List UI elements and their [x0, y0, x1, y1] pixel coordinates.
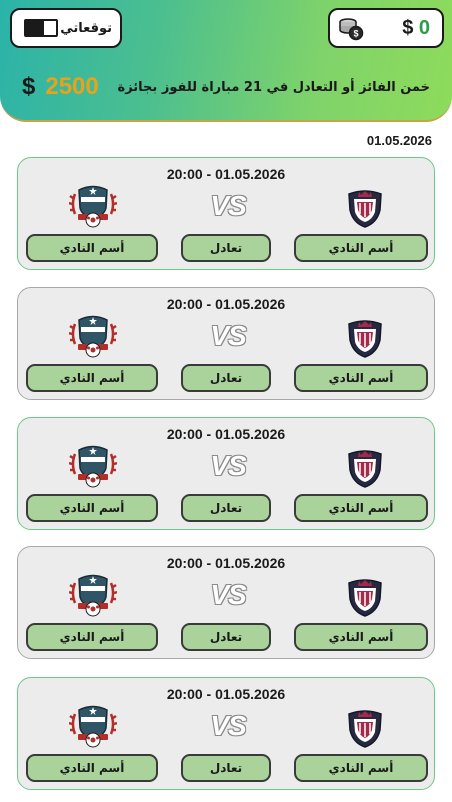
prize-value: 2500	[45, 73, 99, 100]
vs-label: VS	[210, 320, 246, 351]
pick-home-button[interactable]: أسم النادي	[294, 364, 428, 392]
vs-label: VS	[210, 450, 246, 481]
home-crest-icon	[348, 710, 382, 748]
match-card: 20:00 - 01.05.2026 VS أسم النادي تعادل أ…	[17, 157, 435, 270]
promo-text: خمن الفائز أو التعادل في 21 مباراة للفوز…	[117, 79, 430, 95]
away-crest-icon	[69, 445, 117, 488]
pick-draw-button[interactable]: تعادل	[181, 364, 271, 392]
match-card: 20:00 - 01.05.2026 VS أسم النادي تعادل أ…	[17, 287, 435, 400]
pick-away-button[interactable]: أسم النادي	[26, 754, 158, 782]
pick-away-button[interactable]: أسم النادي	[26, 623, 158, 651]
away-crest-icon	[69, 574, 117, 617]
pick-home-button[interactable]: أسم النادي	[294, 234, 428, 262]
coin-stack-icon: $	[339, 18, 364, 41]
away-crest-icon	[69, 705, 117, 748]
pick-home-button[interactable]: أسم النادي	[294, 754, 428, 782]
coins-value: 0	[418, 16, 430, 39]
away-crest-icon	[69, 185, 117, 228]
pick-draw-button[interactable]: تعادل	[181, 234, 271, 262]
prize-amount: $2500	[22, 73, 99, 101]
home-crest-icon	[348, 450, 382, 488]
home-crest-icon	[348, 190, 382, 228]
pick-draw-button[interactable]: تعادل	[181, 623, 271, 651]
coins-balance[interactable]: $ $ 0	[328, 8, 444, 48]
coins-amount: $ 0	[402, 17, 430, 40]
coins-currency: $	[402, 16, 414, 39]
home-crest-icon	[348, 579, 382, 617]
match-time: 20:00 - 01.05.2026	[166, 296, 286, 312]
away-crest-icon	[69, 315, 117, 358]
match-time: 20:00 - 01.05.2026	[166, 166, 286, 182]
my-predictions-label: توقعاتي	[60, 20, 112, 36]
predictions-progress-bar	[24, 19, 58, 37]
match-time: 20:00 - 01.05.2026	[166, 686, 286, 702]
vs-label: VS	[210, 190, 246, 221]
match-card: 20:00 - 01.05.2026 VS أسم النادي تعادل أ…	[17, 677, 435, 790]
svg-text:$: $	[353, 29, 358, 39]
match-time: 20:00 - 01.05.2026	[166, 426, 286, 442]
pick-draw-button[interactable]: تعادل	[181, 754, 271, 782]
pick-home-button[interactable]: أسم النادي	[294, 623, 428, 651]
header-banner: $ $ 0 توقعاتي $2500 خمن الفائز أو التعاد…	[0, 0, 452, 122]
match-card: 20:00 - 01.05.2026 VS أسم النادي تعادل أ…	[17, 417, 435, 530]
promo-banner: $2500 خمن الفائز أو التعادل في 21 مباراة…	[22, 70, 430, 104]
match-card: 20:00 - 01.05.2026 VS أسم النادي تعادل أ…	[17, 546, 435, 659]
pick-away-button[interactable]: أسم النادي	[26, 234, 158, 262]
pick-away-button[interactable]: أسم النادي	[26, 364, 158, 392]
home-crest-icon	[348, 320, 382, 358]
my-predictions-button[interactable]: توقعاتي	[10, 8, 122, 48]
pick-home-button[interactable]: أسم النادي	[294, 494, 428, 522]
vs-label: VS	[210, 710, 246, 741]
match-time: 20:00 - 01.05.2026	[166, 555, 286, 571]
prize-currency: $	[22, 73, 36, 100]
pick-draw-button[interactable]: تعادل	[181, 494, 271, 522]
pick-away-button[interactable]: أسم النادي	[26, 494, 158, 522]
matches-date: 01.05.2026	[366, 133, 432, 148]
vs-label: VS	[210, 579, 246, 610]
predictions-progress-fill	[26, 21, 44, 35]
